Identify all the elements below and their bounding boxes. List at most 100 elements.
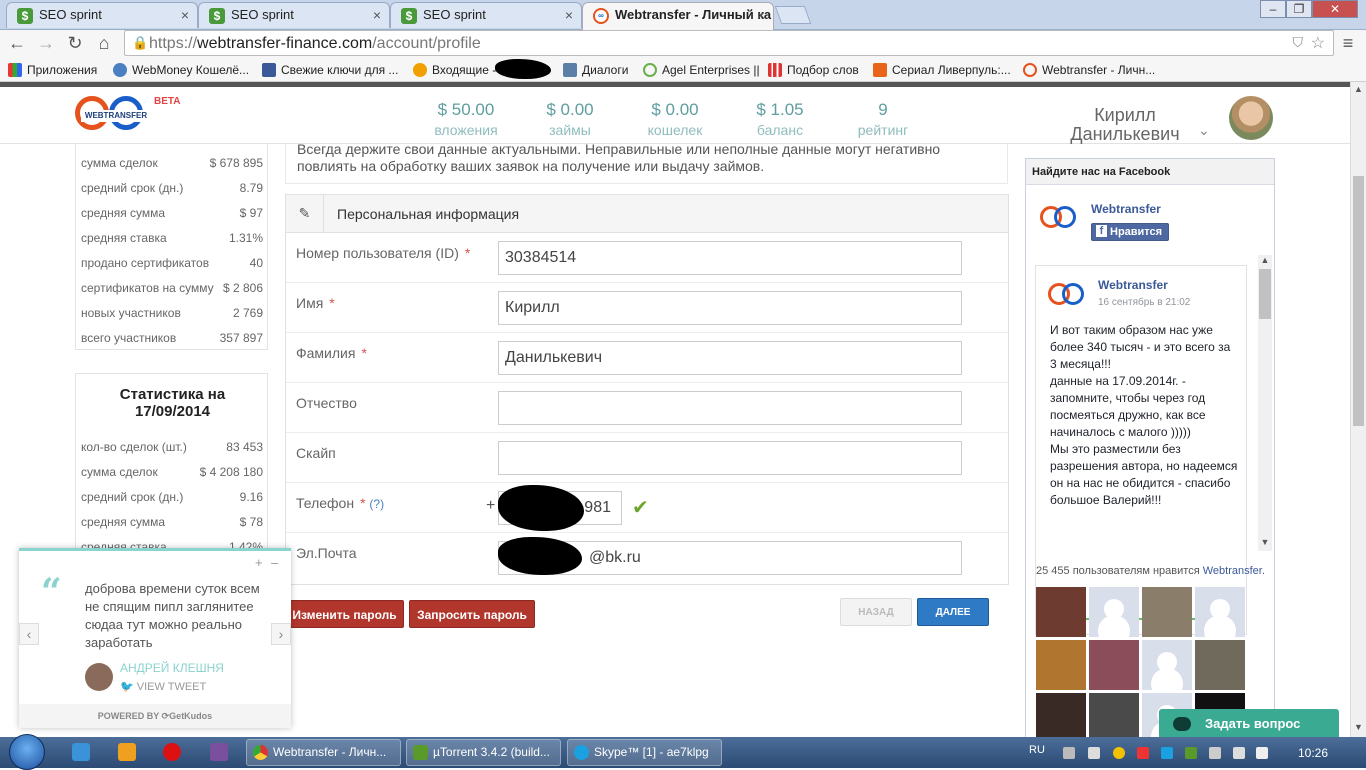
stat-balance[interactable]: $ 1.05 баланс — [740, 100, 820, 138]
fan-avatar[interactable] — [1142, 587, 1192, 637]
minimize-window-icon[interactable]: – — [1260, 0, 1286, 18]
back-arrow-icon[interactable]: ← — [5, 33, 29, 54]
bookmark-keys[interactable]: Свежие ключи для ... — [262, 63, 398, 77]
close-icon[interactable]: × — [757, 7, 765, 23]
explorer-icon[interactable] — [72, 743, 90, 761]
stat-value: $ 678 895 — [209, 156, 263, 170]
fans-count: 25 455 пользователям нравится Webtransfe… — [1036, 565, 1265, 577]
user-id-field[interactable]: 30384514 — [498, 241, 962, 275]
fan-avatar[interactable] — [1089, 693, 1139, 737]
fan-avatar[interactable] — [1036, 693, 1086, 737]
fan-avatar[interactable] — [1089, 587, 1139, 637]
stat-investments[interactable]: $ 50.00 вложения — [420, 100, 512, 138]
fans-page-link[interactable]: Webtransfer. — [1203, 565, 1265, 577]
page-scrollbar[interactable]: ▲ ▼ — [1350, 82, 1366, 737]
facebook-page-name[interactable]: Webtransfer — [1091, 202, 1161, 216]
shield-icon[interactable]: ⛉ — [1293, 34, 1304, 51]
close-icon[interactable]: × — [565, 7, 573, 23]
taskbar-app-skype[interactable]: Skype™ [1] - ae7klpg — [567, 739, 722, 766]
maximize-window-icon[interactable]: ❐ — [1286, 0, 1312, 18]
fan-avatar[interactable] — [1089, 640, 1139, 690]
opera-icon[interactable] — [163, 743, 181, 761]
scroll-up-icon[interactable]: ▲ — [1258, 255, 1272, 265]
forward-arrow-icon[interactable]: → — [34, 33, 58, 54]
bookmark-inbox[interactable]: Входящие - — [413, 59, 551, 79]
tray-icon[interactable] — [1063, 747, 1075, 759]
next-button[interactable]: ДАЛЕЕ — [917, 598, 989, 626]
scroll-down-icon[interactable]: ▼ — [1258, 537, 1272, 547]
powered-by[interactable]: POWERED BY ⟳GetKudos — [19, 704, 291, 728]
avatar[interactable] — [1229, 96, 1273, 140]
minimize-icon[interactable]: – — [271, 555, 278, 570]
close-icon[interactable]: × — [181, 7, 189, 23]
first-name-field[interactable]: Кирилл — [498, 291, 962, 325]
post-author[interactable]: Webtransfer — [1098, 278, 1168, 292]
volume-icon[interactable] — [1233, 747, 1245, 759]
tweet-author[interactable]: АНДРЕЙ КЛЕШНЯ — [120, 661, 224, 675]
browser-tab-seo-sprint-2[interactable]: $ SEO sprint × — [198, 2, 390, 28]
browser-tab-seo-sprint-1[interactable]: $ SEO sprint × — [6, 2, 198, 28]
ask-question-button[interactable]: Задать вопрос — [1159, 709, 1339, 737]
bookmark-dialogs[interactable]: Диалоги — [563, 63, 628, 77]
scroll-up-icon[interactable]: ▲ — [1354, 84, 1363, 94]
fan-avatar[interactable] — [1195, 640, 1245, 690]
tray-icon[interactable] — [1161, 747, 1173, 759]
tray-icon[interactable] — [1113, 747, 1125, 759]
clock[interactable]: 10:26 — [1298, 746, 1328, 760]
bookmark-agel[interactable]: Agel Enterprises || — [643, 63, 760, 77]
browser-tab-webtransfer[interactable]: ∞ Webtransfer - Личный ка × — [582, 2, 774, 30]
bookmark-star-icon[interactable]: ☆ — [1311, 33, 1325, 53]
user-menu[interactable]: Кирилл Данилькевич — [1040, 106, 1210, 144]
post-date[interactable]: 16 сентябрь в 21:02 — [1098, 297, 1190, 308]
tray-icon[interactable] — [1185, 747, 1197, 759]
facebook-like-button[interactable]: Нравится — [1091, 223, 1169, 241]
stat-rating[interactable]: 9 рейтинг — [840, 100, 926, 138]
language-indicator[interactable]: RU — [1029, 744, 1045, 756]
close-window-icon[interactable]: ✕ — [1312, 0, 1358, 18]
bookmark-apps[interactable]: Приложения — [8, 63, 97, 77]
fan-avatar[interactable] — [1142, 640, 1192, 690]
back-button[interactable]: НАЗАД — [840, 598, 912, 626]
home-icon[interactable]: ⌂ — [92, 33, 116, 54]
scrollbar-thumb[interactable] — [1259, 269, 1271, 319]
scrollbar-thumb[interactable] — [1353, 176, 1364, 426]
chevron-left-icon[interactable]: ‹ — [19, 623, 39, 645]
tray-icon[interactable] — [1209, 747, 1221, 759]
expand-icon[interactable]: + — [255, 555, 263, 570]
view-tweet-link[interactable]: 🐦 VIEW TWEET — [120, 680, 206, 693]
bookmark-webtransfer[interactable]: Webtransfer - Личн... — [1023, 63, 1155, 77]
close-icon[interactable]: × — [373, 7, 381, 23]
last-name-field[interactable]: Данилькевич — [498, 341, 962, 375]
stat-loans[interactable]: $ 0.00 займы — [530, 100, 610, 138]
stat-wallet[interactable]: $ 0.00 кошелек — [630, 100, 720, 138]
address-bar[interactable]: 🔒 https://webtransfer-finance.com/accoun… — [124, 30, 1334, 56]
new-tab-button[interactable] — [774, 6, 812, 24]
network-icon[interactable] — [1256, 747, 1268, 759]
help-link[interactable]: (?) — [369, 497, 384, 511]
scroll-down-icon[interactable]: ▼ — [1354, 722, 1363, 732]
patronymic-field[interactable] — [498, 391, 962, 425]
media-player-icon[interactable] — [118, 743, 136, 761]
taskbar-app-utorrent[interactable]: µTorrent 3.4.2 (build... — [406, 739, 561, 766]
reload-icon[interactable]: ↻ — [63, 33, 87, 54]
facebook-post-scrollbar[interactable]: ▲ ▼ — [1258, 255, 1272, 551]
change-password-button[interactable]: Изменить пароль — [285, 600, 404, 628]
skype-field[interactable] — [498, 441, 962, 475]
fan-avatar[interactable] — [1036, 640, 1086, 690]
site-logo[interactable]: WEBTRANSFER — [81, 110, 151, 122]
tray-icon[interactable] — [1088, 747, 1100, 759]
request-password-button[interactable]: Запросить пароль — [409, 600, 535, 628]
chevron-right-icon[interactable]: › — [271, 623, 291, 645]
menu-icon[interactable]: ≡ — [1336, 33, 1360, 54]
fan-avatar[interactable] — [1195, 587, 1245, 637]
taskbar-app-chrome[interactable]: Webtransfer - Личн... — [246, 739, 401, 766]
bookmark-webmoney[interactable]: WebMoney Кошелё... — [113, 63, 249, 77]
bookmark-liverpool[interactable]: Сериал Ливерпуль:... — [873, 63, 1011, 77]
browser-tab-seo-sprint-3[interactable]: $ SEO sprint × — [390, 2, 582, 28]
bookmark-wordstat[interactable]: Подбор слов — [768, 63, 859, 77]
tray-icon[interactable] — [1137, 747, 1149, 759]
fan-avatar[interactable] — [1036, 587, 1086, 637]
app-icon[interactable] — [210, 743, 228, 761]
chevron-down-icon[interactable]: ⌄ — [1198, 122, 1210, 139]
start-button[interactable] — [9, 734, 45, 770]
